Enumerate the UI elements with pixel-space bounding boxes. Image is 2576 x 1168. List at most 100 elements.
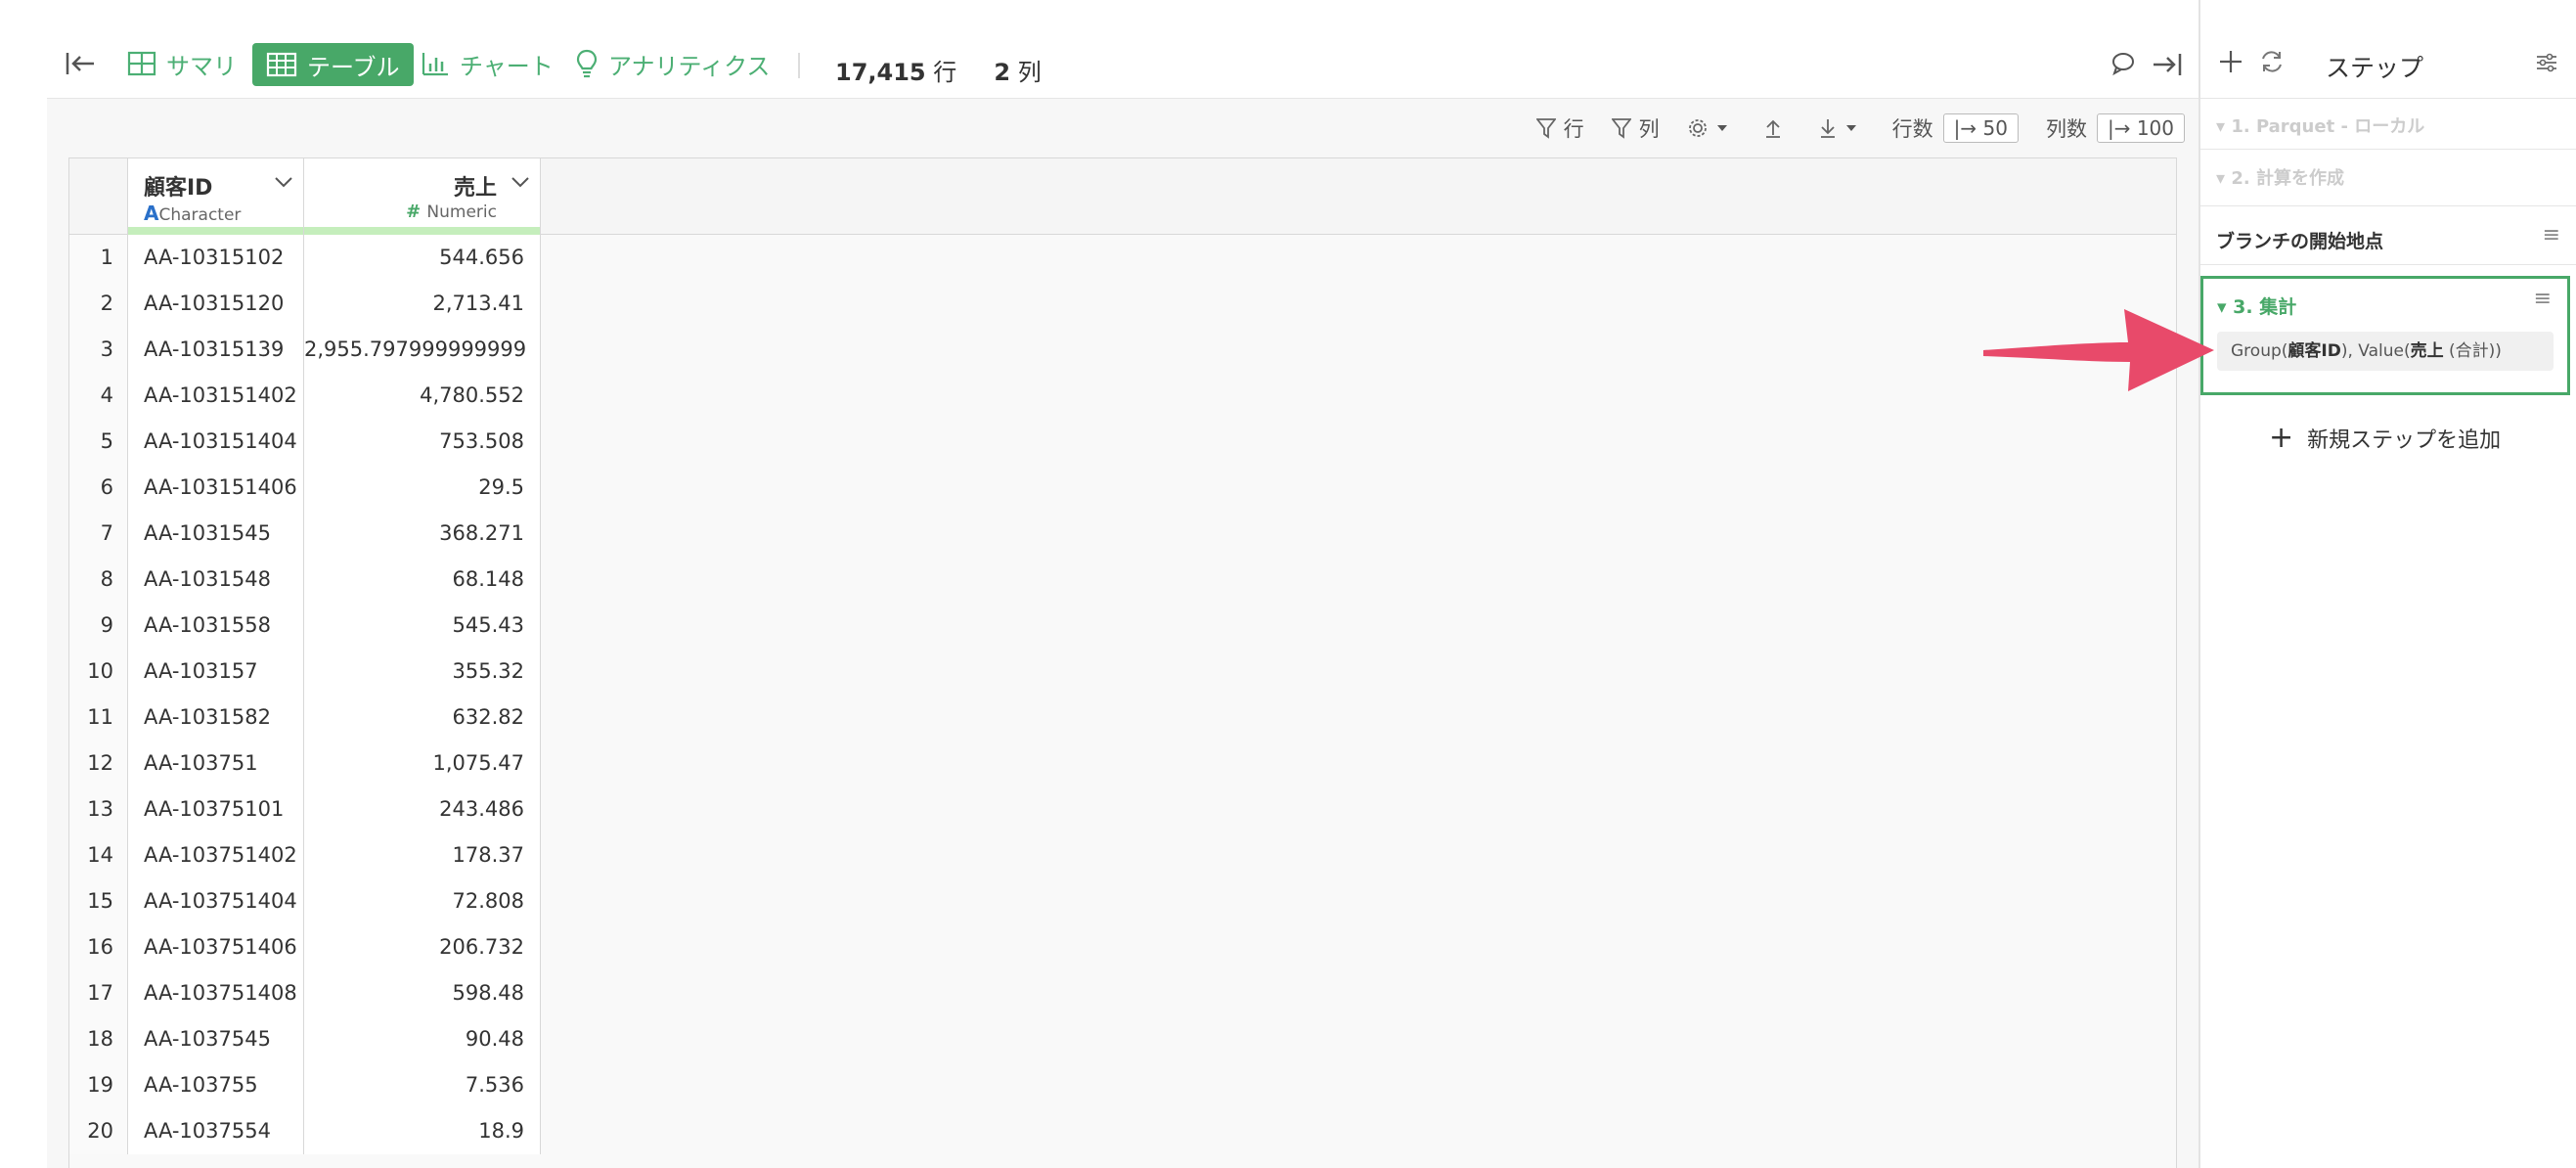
cell-sales[interactable]: 206.732 — [304, 924, 541, 970]
cell-customer-id[interactable]: AA-10375101 — [128, 786, 304, 832]
table-row[interactable]: 10 AA-103157 355.32 — [69, 649, 541, 695]
cell-sales[interactable]: 753.508 — [304, 419, 541, 465]
tab-table[interactable]: テーブル — [252, 43, 414, 86]
cell-sales[interactable]: 90.48 — [304, 1016, 541, 1062]
column-name: 売上 — [453, 176, 497, 201]
cell-customer-id[interactable]: AA-103751402 — [128, 832, 304, 878]
cell-sales[interactable]: 178.37 — [304, 832, 541, 878]
branch-menu-button[interactable]: ≡ — [2543, 223, 2560, 247]
table-row[interactable]: 8 AA-1031548 68.148 — [69, 557, 541, 603]
cell-sales[interactable]: 355.32 — [304, 649, 541, 695]
cell-customer-id[interactable]: AA-10315102 — [128, 235, 304, 281]
table-row[interactable]: 17 AA-103751408 598.48 — [69, 970, 541, 1016]
cell-sales[interactable]: 545.43 — [304, 603, 541, 649]
cell-sales[interactable]: 18.9 — [304, 1108, 541, 1154]
refresh-icon — [2262, 51, 2282, 72]
table-row[interactable]: 14 AA-103751402 178.37 — [69, 832, 541, 878]
cell-customer-id[interactable]: AA-1037554 — [128, 1108, 304, 1154]
table-row[interactable]: 9 AA-1031558 545.43 — [69, 603, 541, 649]
panel-settings-button[interactable] — [2535, 51, 2558, 78]
cell-sales[interactable]: 544.656 — [304, 235, 541, 281]
cell-sales[interactable]: 72.808 — [304, 878, 541, 924]
filter-rows-button[interactable]: 行 — [1535, 113, 1584, 143]
cell-sales[interactable]: 1,075.47 — [304, 741, 541, 786]
table-row[interactable]: 6 AA-103151406 29.5 — [69, 465, 541, 511]
plus-icon: + — [2269, 421, 2294, 455]
cell-sales[interactable]: 598.48 — [304, 970, 541, 1016]
table-row[interactable]: 7 AA-1031545 368.271 — [69, 511, 541, 557]
cell-customer-id[interactable]: AA-103157 — [128, 649, 304, 695]
table-row[interactable]: 4 AA-103151402 4,780.552 — [69, 373, 541, 419]
cell-sales[interactable]: 4,780.552 — [304, 373, 541, 419]
tab-chart[interactable]: チャート — [421, 39, 554, 88]
column-header-customer-id[interactable]: 顧客ID ACharacter — [128, 158, 304, 235]
cell-sales[interactable]: 29.5 — [304, 465, 541, 511]
row-number: 11 — [69, 695, 128, 741]
filter-cols-label: 列 — [1638, 117, 1660, 141]
download-dropdown[interactable] — [1818, 117, 1865, 139]
cell-sales[interactable]: 243.486 — [304, 786, 541, 832]
hamburger-icon: ≡ — [2542, 223, 2560, 247]
cell-customer-id[interactable]: AA-103755 — [128, 1062, 304, 1108]
cell-customer-id[interactable]: AA-1031545 — [128, 511, 304, 557]
cell-customer-id[interactable]: AA-103151402 — [128, 373, 304, 419]
cell-customer-id[interactable]: AA-1031582 — [128, 695, 304, 741]
table-row[interactable]: 20 AA-1037554 18.9 — [69, 1108, 541, 1154]
cell-sales[interactable]: 2,955.797999999999 — [304, 327, 541, 373]
cell-sales[interactable]: 68.148 — [304, 557, 541, 603]
cell-sales[interactable]: 7.536 — [304, 1062, 541, 1108]
cell-customer-id[interactable]: AA-10315139 — [128, 327, 304, 373]
table-row[interactable]: 1 AA-10315102 544.656 — [69, 235, 541, 281]
step-2[interactable]: ▾ 2. 計算を作成 — [2216, 164, 2344, 190]
step-3-command[interactable]: Group(顧客ID), Value(売上 (合計)) — [2217, 332, 2554, 371]
column-menu-chevron[interactable] — [274, 174, 293, 193]
row-count-input[interactable]: |→ 50 — [1942, 113, 2019, 143]
add-step-plus-button[interactable] — [2218, 49, 2243, 78]
cell-customer-id[interactable]: AA-1031548 — [128, 557, 304, 603]
table-row[interactable]: 11 AA-1031582 632.82 — [69, 695, 541, 741]
row-number: 2 — [69, 281, 128, 327]
table-row[interactable]: 3 AA-10315139 2,955.797999999999 — [69, 327, 541, 373]
collapse-right-button[interactable] — [2152, 51, 2183, 78]
col-count-input[interactable]: |→ 100 — [2096, 113, 2185, 143]
cell-sales[interactable]: 2,713.41 — [304, 281, 541, 327]
settings-dropdown[interactable] — [1687, 117, 1736, 139]
numeric-type-icon: # — [406, 202, 427, 222]
tab-summary[interactable]: サマリ — [127, 39, 237, 88]
table-row[interactable]: 5 AA-103151404 753.508 — [69, 419, 541, 465]
cell-customer-id[interactable]: AA-1037545 — [128, 1016, 304, 1062]
table-row[interactable]: 2 AA-10315120 2,713.41 — [69, 281, 541, 327]
row-number: 5 — [69, 419, 128, 465]
filter-cols-button[interactable]: 列 — [1611, 113, 1660, 143]
cell-customer-id[interactable]: AA-103151406 — [128, 465, 304, 511]
table-row[interactable]: 16 AA-103751406 206.732 — [69, 924, 541, 970]
tab-analytics[interactable]: アナリティクス — [575, 39, 770, 88]
refresh-button[interactable] — [2259, 49, 2285, 78]
cell-customer-id[interactable]: AA-103751406 — [128, 924, 304, 970]
cell-customer-id[interactable]: AA-1031558 — [128, 603, 304, 649]
step-3-menu-button[interactable]: ≡ — [2534, 287, 2552, 311]
step-1[interactable]: ▾ 1. Parquet - ローカル — [2216, 112, 2424, 138]
cell-sales[interactable]: 368.271 — [304, 511, 541, 557]
table-row[interactable]: 13 AA-10375101 243.486 — [69, 786, 541, 832]
table-row[interactable]: 15 AA-103751404 72.808 — [69, 878, 541, 924]
cell-customer-id[interactable]: AA-103751 — [128, 741, 304, 786]
cell-sales[interactable]: 632.82 — [304, 695, 541, 741]
column-menu-chevron[interactable] — [511, 174, 530, 193]
table-row[interactable]: 18 AA-1037545 90.48 — [69, 1016, 541, 1062]
table-row[interactable]: 12 AA-103751 1,075.47 — [69, 741, 541, 786]
cell-customer-id[interactable]: AA-103151404 — [128, 419, 304, 465]
cell-customer-id[interactable]: AA-103751408 — [128, 970, 304, 1016]
step-3-aggregate[interactable]: ▾ 3. 集計 ≡ Group(顧客ID), Value(売上 (合計)) — [2200, 276, 2570, 395]
chevron-down-icon — [511, 177, 529, 188]
cell-customer-id[interactable]: AA-103751404 — [128, 878, 304, 924]
add-new-step-button[interactable]: + 新規ステップを追加 — [2269, 421, 2501, 455]
collapse-left-button[interactable] — [65, 39, 96, 88]
cell-customer-id[interactable]: AA-10315120 — [128, 281, 304, 327]
comment-button[interactable] — [2110, 51, 2136, 76]
upload-button[interactable] — [1763, 117, 1791, 139]
table-row[interactable]: 19 AA-103755 7.536 — [69, 1062, 541, 1108]
column-type-label: Numeric — [426, 202, 497, 222]
branch-start-label: ブランチの開始地点 — [2216, 231, 2384, 252]
column-header-sales[interactable]: 売上 # Numeric — [304, 158, 541, 235]
